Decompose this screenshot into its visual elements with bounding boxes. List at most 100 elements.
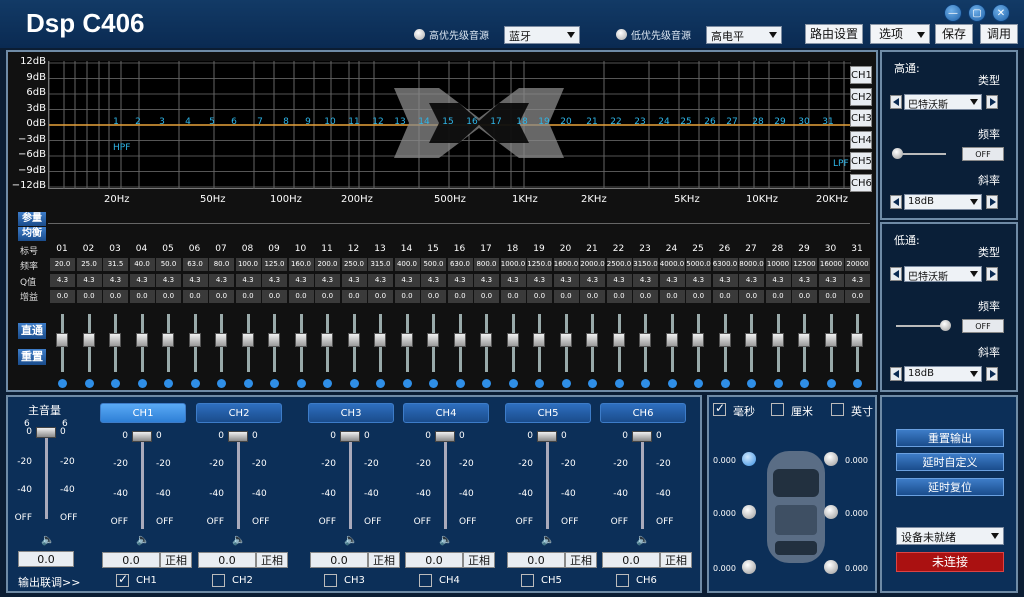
band-q[interactable]: 4.3 [182, 274, 208, 287]
band-link-dot[interactable] [773, 379, 783, 388]
eq-band-marker[interactable]: 7 [254, 117, 266, 127]
band-frequency[interactable]: 1000.0 [500, 258, 526, 271]
eq-band-marker[interactable]: 2 [132, 117, 144, 127]
band-gain[interactable]: 0.0 [553, 290, 579, 303]
band-slider-knob[interactable] [56, 333, 68, 347]
band-link-dot[interactable] [614, 379, 624, 388]
band-link-dot[interactable] [296, 379, 306, 388]
band-frequency[interactable]: 315.0 [368, 258, 393, 271]
eq-band-marker[interactable]: 21 [586, 117, 598, 127]
channel-slider-knob[interactable] [228, 431, 248, 442]
eq-band-marker[interactable]: 30 [798, 117, 810, 127]
band-frequency[interactable]: 125.0 [262, 258, 287, 271]
eq-band-marker[interactable]: 11 [348, 117, 360, 127]
maximize-icon[interactable]: ▢ [968, 4, 986, 22]
band-link-dot[interactable] [482, 379, 491, 388]
band-slider-knob[interactable] [109, 333, 121, 347]
band-frequency[interactable]: 200.0 [315, 258, 340, 271]
band-link-dot[interactable] [694, 379, 703, 388]
band-q[interactable]: 4.3 [765, 274, 791, 287]
band-link-dot[interactable] [853, 379, 862, 388]
band-q[interactable]: 4.3 [368, 274, 393, 287]
lp-slope-select[interactable]: 18dB [904, 366, 982, 382]
band-slider-knob[interactable] [480, 333, 492, 347]
eq-band-marker[interactable]: 29 [774, 117, 786, 127]
delay-reset-button[interactable]: 延时复位 [896, 478, 1004, 496]
eq-band-marker[interactable]: 26 [704, 117, 716, 127]
bypass-button[interactable]: 直通 [18, 323, 46, 339]
channel-phase-button[interactable]: 正相 [256, 552, 288, 568]
band-gain[interactable]: 0.0 [262, 290, 287, 303]
band-q[interactable]: 4.3 [739, 274, 764, 287]
band-frequency[interactable]: 20.0 [50, 258, 75, 271]
hp-freq-slider[interactable] [892, 148, 903, 159]
band-q[interactable]: 4.3 [288, 274, 314, 287]
channel-slider-knob[interactable] [132, 431, 152, 442]
band-slider-knob[interactable] [851, 333, 863, 347]
band-gain[interactable]: 0.0 [712, 290, 738, 303]
band-link-dot[interactable] [111, 379, 120, 388]
band-frequency[interactable]: 1250.0 [527, 258, 552, 271]
band-slider-knob[interactable] [718, 333, 731, 347]
graph-channel-button[interactable]: CH4 [850, 130, 872, 149]
device-select[interactable]: 设备未就绪 [896, 527, 1004, 545]
band-gain[interactable]: 0.0 [765, 290, 791, 303]
hp-freq-value[interactable]: OFF [962, 147, 1004, 161]
band-gain[interactable]: 0.0 [341, 290, 367, 303]
speaker-rr[interactable] [824, 560, 838, 574]
band-link-dot[interactable] [137, 379, 147, 388]
channel-slider-knob[interactable] [435, 431, 455, 442]
band-link-dot[interactable] [429, 379, 438, 388]
routing-button[interactable]: 路由设置 [805, 24, 863, 44]
channel-slider-knob[interactable] [632, 431, 652, 442]
band-frequency[interactable]: 80.0 [209, 258, 234, 271]
band-gain[interactable]: 0.0 [288, 290, 314, 303]
minimize-icon[interactable]: — [944, 4, 962, 22]
master-volume-value[interactable]: 0.0 [18, 551, 74, 567]
output-link-button[interactable]: 输出联调>> [18, 574, 80, 590]
unit-cm-checkbox[interactable] [771, 403, 784, 416]
hp-slope-prev-icon[interactable] [890, 195, 902, 209]
band-gain[interactable]: 0.0 [368, 290, 393, 303]
channel-tab-ch2[interactable]: CH2 [196, 403, 282, 423]
band-q[interactable]: 4.3 [341, 274, 367, 287]
eq-band-marker[interactable]: 3 [156, 117, 168, 127]
band-slider-knob[interactable] [639, 333, 651, 347]
band-link-dot[interactable] [217, 379, 226, 388]
options-button[interactable]: 选项 [870, 24, 930, 44]
band-gain[interactable]: 0.0 [792, 290, 817, 303]
band-q[interactable]: 4.3 [50, 274, 75, 287]
band-frequency[interactable]: 400.0 [394, 258, 420, 271]
band-slider-knob[interactable] [215, 333, 227, 347]
band-link-dot[interactable] [826, 379, 836, 388]
band-frequency[interactable]: 2500.0 [606, 258, 632, 271]
graph-channel-button[interactable]: CH2 [850, 87, 872, 106]
channel-volume-value[interactable]: 0.0 [102, 552, 160, 568]
band-gain[interactable]: 0.0 [633, 290, 658, 303]
band-q[interactable]: 4.3 [845, 274, 870, 287]
channel-tab-ch5[interactable]: CH5 [505, 403, 591, 423]
band-slider-knob[interactable] [665, 333, 678, 347]
band-q[interactable]: 4.3 [209, 274, 234, 287]
band-q[interactable]: 4.3 [686, 274, 711, 287]
band-link-dot[interactable] [323, 379, 332, 388]
channel-volume-value[interactable]: 0.0 [198, 552, 256, 568]
eq-band-marker[interactable]: 25 [680, 117, 692, 127]
band-gain[interactable]: 0.0 [156, 290, 181, 303]
band-link-dot[interactable] [190, 379, 200, 388]
eq-band-marker[interactable]: 23 [634, 117, 646, 127]
band-frequency[interactable]: 12500 [792, 258, 817, 271]
band-gain[interactable]: 0.0 [103, 290, 128, 303]
eq-band-marker[interactable]: 15 [442, 117, 454, 127]
band-frequency[interactable]: 8000.0 [739, 258, 764, 271]
band-link-dot[interactable] [243, 379, 253, 388]
channel-phase-button[interactable]: 正相 [368, 552, 400, 568]
eq-band-marker[interactable]: 5 [206, 117, 218, 127]
band-frequency[interactable]: 250.0 [341, 258, 367, 271]
band-frequency[interactable]: 4000.0 [659, 258, 685, 271]
band-slider-knob[interactable] [400, 333, 413, 347]
band-gain[interactable]: 0.0 [76, 290, 102, 303]
band-slider-knob[interactable] [586, 333, 598, 347]
channel-link-checkbox[interactable] [616, 574, 629, 587]
band-link-dot[interactable] [747, 379, 756, 388]
